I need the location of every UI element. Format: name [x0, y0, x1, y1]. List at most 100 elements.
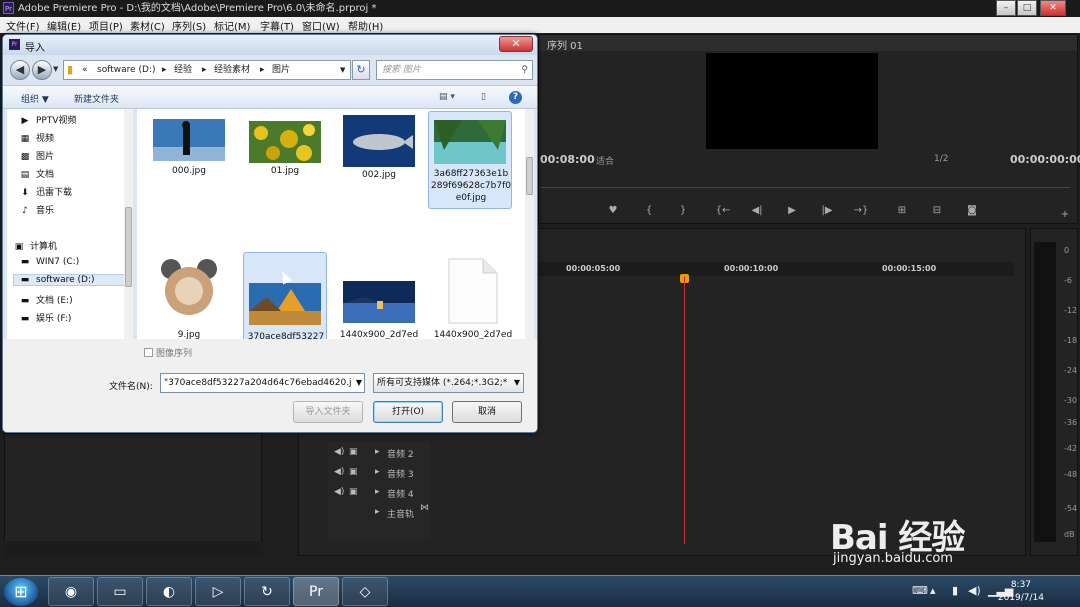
menu-title[interactable]: 字幕(T) — [260, 18, 294, 33]
file-explorer-icon[interactable]: ▭ — [97, 577, 143, 606]
marker-icon[interactable]: ♥ — [604, 204, 622, 218]
file-item[interactable]: 3a68ff27363e1b289f69628c7b7f0e0f.jpg — [428, 111, 512, 209]
address-prefix[interactable]: « — [82, 61, 88, 79]
battery-icon[interactable]: ▮ — [952, 584, 958, 597]
file-item[interactable]: 000.jpg — [147, 113, 231, 231]
expand-icon[interactable]: ▸ — [375, 467, 380, 477]
dialog-close-button[interactable]: ✕ — [499, 36, 533, 52]
sync-lock-icon[interactable]: ▣ — [349, 467, 358, 477]
menu-project[interactable]: 项目(P) — [89, 18, 123, 33]
add-button-icon[interactable]: + — [1056, 208, 1074, 222]
search-icon[interactable]: ⚲ — [521, 61, 528, 79]
nav-item-drive-e[interactable]: ▬ 文档 (E:) — [19, 293, 73, 306]
nav-item-drive-c[interactable]: ▬ WIN7 (C:) — [19, 257, 79, 267]
mark-in-icon[interactable]: { — [640, 204, 658, 218]
organize-button[interactable]: 组织 ▼ — [21, 92, 49, 105]
media-player-icon[interactable]: ◉ — [48, 577, 94, 606]
step-back-icon[interactable]: ◀| — [748, 204, 766, 218]
menu-edit[interactable]: 编辑(E) — [47, 18, 81, 33]
address-segment-jingyan[interactable]: 经验 — [174, 61, 192, 79]
start-button-icon[interactable]: ⊞ — [4, 578, 38, 606]
file-item[interactable]: 002.jpg — [337, 113, 421, 231]
expand-icon[interactable]: ▸ — [375, 507, 380, 517]
nav-item-xunlei[interactable]: ⬇ 迅雷下载 — [19, 185, 72, 198]
volume-icon[interactable]: ◀) — [968, 584, 981, 597]
play-icon[interactable]: ▶ — [783, 204, 801, 218]
nav-item-pictures[interactable]: ▩ 图片 — [19, 149, 54, 162]
nav-item-music[interactable]: ♪ 音乐 — [19, 203, 54, 216]
nav-item-pptv[interactable]: ▶ PPTV视频 — [19, 113, 77, 126]
menu-help[interactable]: 帮助(H) — [348, 18, 383, 33]
menu-window[interactable]: 窗口(W) — [302, 18, 340, 33]
nav-item-videos[interactable]: ▦ 视频 — [19, 131, 54, 144]
go-to-out-icon[interactable]: →} — [852, 204, 870, 218]
expand-icon[interactable]: ▸ — [375, 447, 380, 457]
speaker-icon[interactable]: ◀) — [334, 487, 344, 497]
resolution-dropdown[interactable]: 1/2 — [934, 154, 948, 164]
file-item[interactable]: 1440x900_2d7edf917d28899.jpg — [337, 257, 421, 339]
history-dropdown-icon[interactable]: ▼ — [53, 65, 58, 73]
address-segment-drive[interactable]: software (D:) — [97, 61, 156, 79]
chevron-down-icon[interactable]: ▼ — [514, 374, 520, 392]
export-frame-icon[interactable]: ◙ — [963, 204, 981, 218]
sync-lock-icon[interactable]: ▣ — [349, 487, 358, 497]
close-icon[interactable]: ✕ — [1040, 0, 1066, 16]
menu-marker[interactable]: 标记(M) — [214, 18, 250, 33]
file-list-scroll-thumb[interactable] — [526, 157, 533, 195]
nav-item-drive-d[interactable]: ▬ software (D:) — [13, 274, 127, 286]
speaker-icon[interactable]: ◀) — [334, 447, 344, 457]
file-item[interactable]: 370ace8df53227a204d64c76ebad4620.jpg — [243, 252, 327, 339]
refresh-icon[interactable]: ↻ — [352, 60, 370, 80]
address-segment-tupian[interactable]: 图片 — [272, 61, 290, 79]
playhead-line[interactable] — [684, 276, 685, 544]
window-app-icon[interactable]: ◇ — [342, 577, 388, 606]
address-bar[interactable]: ▮ « software (D:) ▸ 经验 ▸ 经验素材 ▸ 图片 ▼ — [63, 60, 351, 80]
green-app-icon[interactable]: ↻ — [244, 577, 290, 606]
tray-expand-icon[interactable]: ▴ — [930, 584, 936, 597]
nav-scrollbar[interactable] — [124, 109, 133, 339]
menu-sequence[interactable]: 序列(S) — [172, 18, 206, 33]
go-to-in-icon[interactable]: {← — [714, 204, 732, 218]
search-input[interactable]: 搜索 图片 ⚲ — [376, 60, 533, 80]
checkbox-box[interactable] — [144, 348, 153, 357]
program-tab[interactable]: 序列 01 — [547, 37, 583, 52]
file-item[interactable]: 9.jpg — [147, 257, 231, 339]
image-sequence-checkbox[interactable]: 图像序列 — [144, 346, 192, 359]
maximize-icon[interactable]: □ — [1017, 0, 1037, 16]
view-icon[interactable]: ▤ ▾ — [439, 92, 455, 102]
chevron-down-icon[interactable]: ▼ — [356, 374, 362, 392]
nav-item-documents[interactable]: ▤ 文档 — [19, 167, 54, 180]
filename-input[interactable]: "370ace8df53227a204d64c76ebad4620.j ▼ — [160, 373, 365, 393]
extract-icon[interactable]: ⊟ — [928, 204, 946, 218]
cancel-button[interactable]: 取消 — [452, 401, 522, 423]
fit-dropdown[interactable]: 适合 — [596, 154, 614, 167]
nav-scroll-thumb[interactable] — [125, 207, 132, 287]
menu-file[interactable]: 文件(F) — [6, 18, 40, 33]
forward-icon[interactable]: ▶ — [32, 60, 52, 80]
mark-out-icon[interactable]: } — [674, 204, 692, 218]
speaker-icon[interactable]: ◀) — [334, 467, 344, 477]
address-segment-sucai[interactable]: 经验素材 — [214, 61, 250, 79]
file-list-scrollbar[interactable] — [525, 109, 534, 339]
minimize-icon[interactable]: – — [996, 0, 1016, 16]
preview-pane-icon[interactable]: ▯ — [481, 92, 486, 102]
new-folder-button[interactable]: 新建文件夹 — [74, 92, 119, 105]
keyboard-icon[interactable]: ⌨ — [912, 584, 928, 597]
file-type-select[interactable]: 所有可支持媒体 (*.264;*.3G2;* ▼ — [373, 373, 524, 393]
menu-clip[interactable]: 素材(C) — [130, 18, 165, 33]
file-item[interactable]: 1440x900_2d7edf917d28899.psd — [431, 257, 515, 339]
expand-icon[interactable]: ▸ — [375, 487, 380, 497]
nav-item-computer[interactable]: ▣ 计算机 — [13, 239, 57, 252]
firefox-icon[interactable]: ◐ — [146, 577, 192, 606]
file-item[interactable]: 01.jpg — [243, 113, 327, 231]
lift-icon[interactable]: ⊞ — [893, 204, 911, 218]
back-icon[interactable]: ◀ — [10, 60, 30, 80]
video-app-icon[interactable]: ▷ — [195, 577, 241, 606]
nav-item-drive-f[interactable]: ▬ 娱乐 (F:) — [19, 311, 72, 324]
step-forward-icon[interactable]: |▶ — [818, 204, 836, 218]
clock[interactable]: 8:37 2019/7/14 — [998, 579, 1044, 605]
sync-lock-icon[interactable]: ▣ — [349, 447, 358, 457]
address-dropdown-icon[interactable]: ▼ — [340, 61, 345, 79]
monitor-ruler[interactable] — [540, 170, 1070, 188]
help-icon[interactable]: ? — [509, 91, 522, 104]
